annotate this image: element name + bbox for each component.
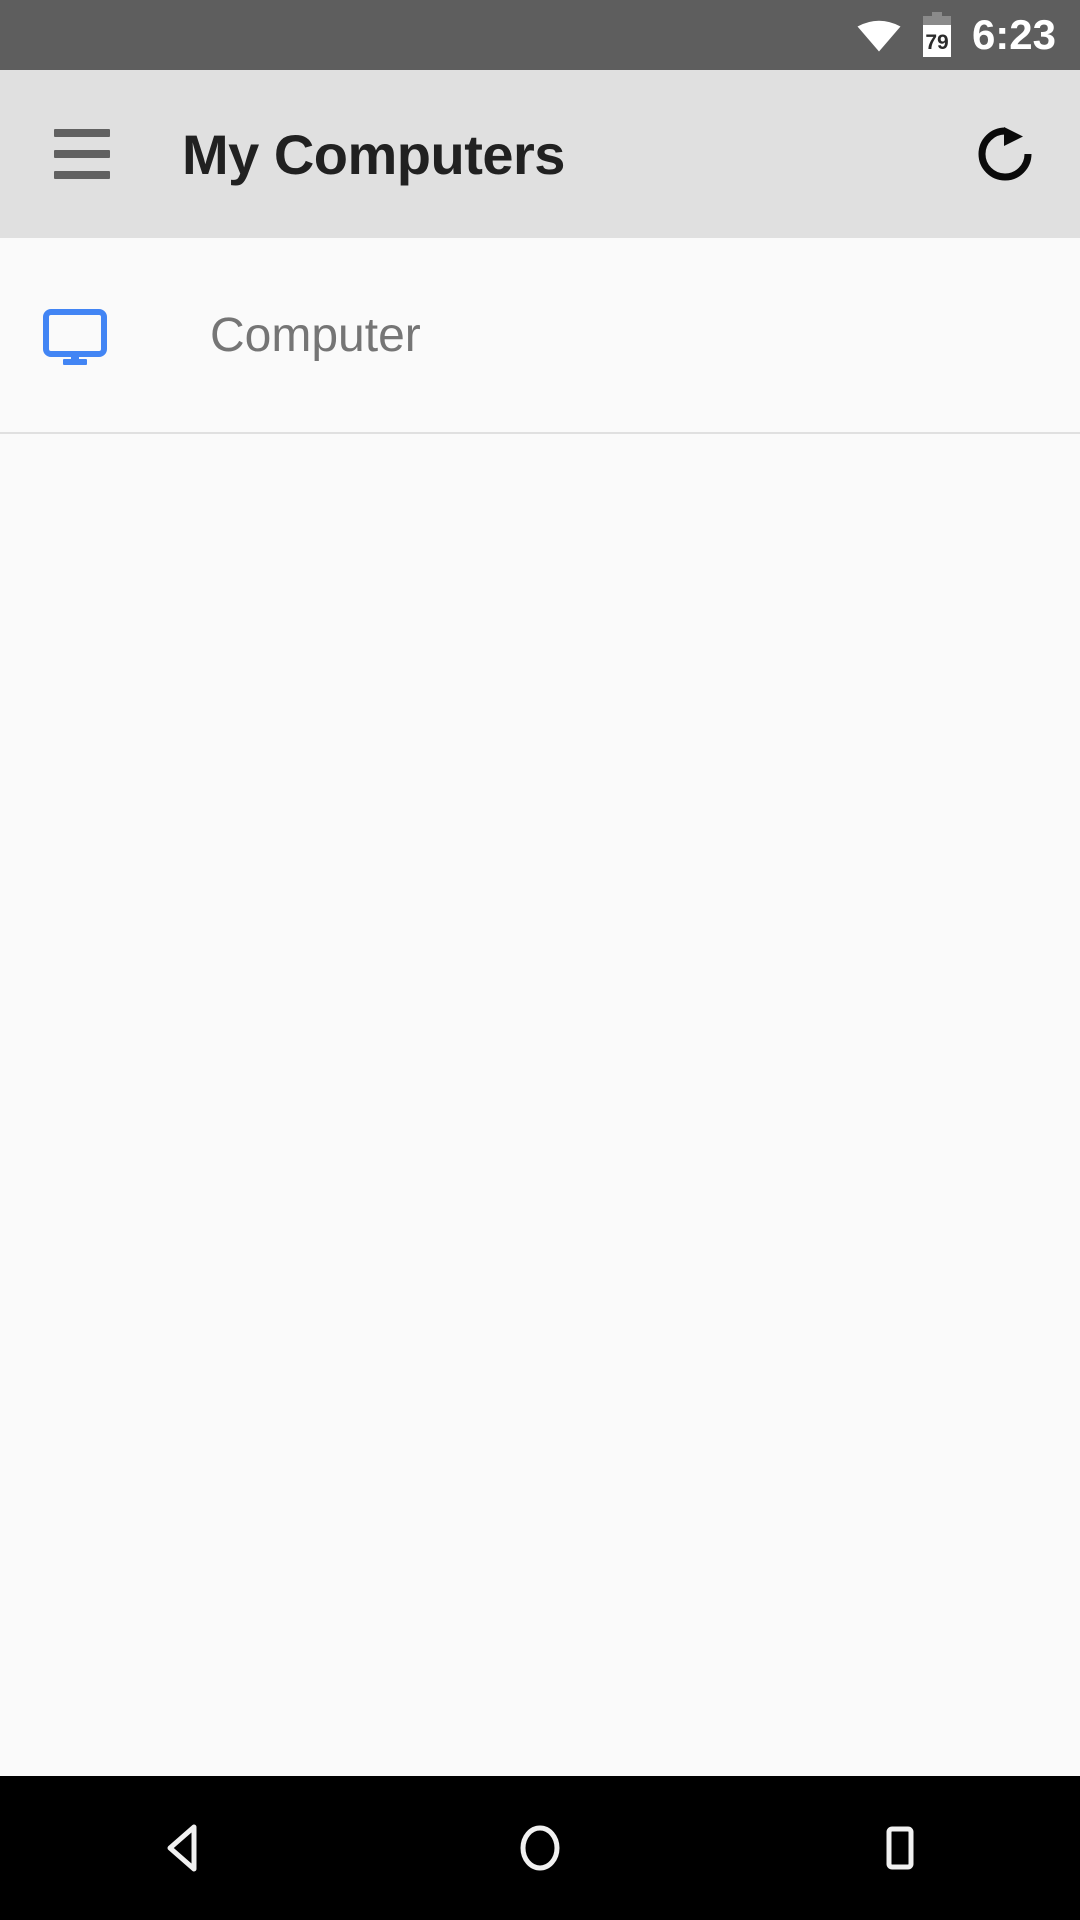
menu-line-3 [54,171,110,179]
refresh-button[interactable] [950,99,1060,209]
list-item-label: Computer [210,308,421,362]
android-navigation-bar [0,1776,1080,1920]
wifi-full-icon [856,18,902,52]
battery-level-text: 79 [925,31,948,54]
computer-list: Computer [0,238,1080,1776]
nav-recents-button[interactable] [720,1776,1080,1920]
status-clock: 6:23 [971,11,1056,58]
recents-square-icon [872,1820,928,1876]
menu-line-1 [54,129,110,137]
menu-line-2 [54,150,110,158]
home-circle-icon [512,1820,568,1876]
nav-home-button[interactable] [360,1776,720,1920]
status-bar: 79 6:23 [0,0,1080,70]
battery-icon: 79 [920,12,954,58]
status-bar-icons: 79 6:23 [856,12,1056,58]
page-title: My Computers [182,122,565,186]
list-item[interactable]: Computer [0,238,1080,432]
list-divider [0,432,1080,434]
nav-back-button[interactable] [0,1776,360,1920]
hamburger-menu-icon[interactable] [34,106,130,202]
back-triangle-icon [152,1820,208,1876]
app-bar: My Computers [0,70,1080,238]
desktop-monitor-icon [42,302,108,368]
refresh-icon [974,123,1036,185]
